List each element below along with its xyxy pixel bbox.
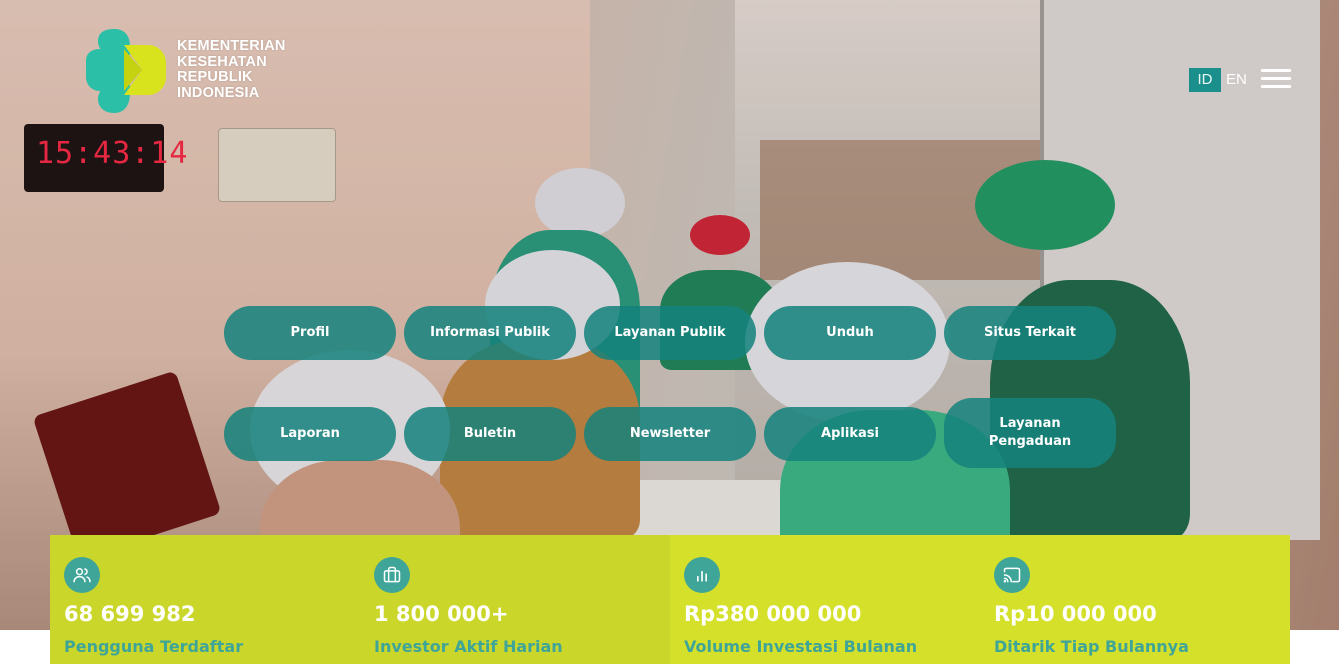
nav-button-informasi-publik[interactable]: Informasi Publik xyxy=(404,306,576,360)
nav-button-aplikasi[interactable]: Aplikasi xyxy=(764,407,936,461)
stat-value: Rp380 000 000 xyxy=(684,602,862,626)
ministry-logo[interactable]: KEMENTERIAN KESEHATAN REPUBLIK INDONESIA xyxy=(84,25,286,115)
stat-monthly-withdrawn: Rp10 000 000 Ditarik Tiap Bulannya xyxy=(980,535,1290,664)
stat-daily-investors: 1 800 000+ Investor Aktif Harian xyxy=(360,535,670,664)
logo-line: KESEHATAN xyxy=(177,53,267,70)
language-id-button[interactable]: ID xyxy=(1189,68,1221,92)
menu-line xyxy=(1261,69,1291,72)
nav-button-buletin[interactable]: Buletin xyxy=(404,407,576,461)
stat-value: Rp10 000 000 xyxy=(994,602,1157,626)
main-nav-grid: Profil Informasi Publik Layanan Publik U… xyxy=(224,306,1117,470)
logo-wordmark: KEMENTERIAN KESEHATAN REPUBLIK INDONESIA xyxy=(177,38,286,101)
nav-button-situs-terkait[interactable]: Situs Terkait xyxy=(944,306,1116,360)
top-bar: KEMENTERIAN KESEHATAN REPUBLIK INDONESIA… xyxy=(0,0,1339,120)
stat-label: Pengguna Terdaftar xyxy=(64,637,244,656)
hamburger-icon[interactable] xyxy=(1261,69,1291,89)
nav-button-laporan[interactable]: Laporan xyxy=(224,407,396,461)
nav-button-layanan-publik[interactable]: Layanan Publik xyxy=(584,306,756,360)
stat-label: Ditarik Tiap Bulannya xyxy=(994,637,1189,656)
stat-value: 68 699 982 xyxy=(64,602,196,626)
nav-button-profil[interactable]: Profil xyxy=(224,306,396,360)
stat-label: Investor Aktif Harian xyxy=(374,637,563,656)
cast-icon xyxy=(994,557,1030,593)
bar-chart-icon xyxy=(684,557,720,593)
menu-line xyxy=(1261,77,1291,80)
stat-monthly-volume: Rp380 000 000 Volume Investasi Bulanan xyxy=(670,535,980,664)
stat-value: 1 800 000+ xyxy=(374,602,509,626)
nav-button-unduh[interactable]: Unduh xyxy=(764,306,936,360)
users-icon xyxy=(64,557,100,593)
nav-button-newsletter[interactable]: Newsletter xyxy=(584,407,756,461)
stat-registered-users: 68 699 982 Pengguna Terdaftar xyxy=(50,535,360,664)
logo-emblem-icon xyxy=(86,29,166,113)
nav-button-layanan-pengaduan[interactable]: Layanan Pengaduan xyxy=(944,398,1116,468)
menu-line xyxy=(1261,85,1291,88)
logo-line: KEMENTERIAN xyxy=(177,38,286,54)
logo-line: REPUBLIK xyxy=(177,69,253,85)
stats-group-left: 68 699 982 Pengguna Terdaftar 1 800 000+… xyxy=(50,535,670,664)
stat-label: Volume Investasi Bulanan xyxy=(684,637,918,656)
briefcase-icon xyxy=(374,557,410,593)
stats-strip: 68 699 982 Pengguna Terdaftar 1 800 000+… xyxy=(50,535,1290,664)
language-en-button[interactable]: EN xyxy=(1226,68,1252,92)
stats-group-right: Rp380 000 000 Volume Investasi Bulanan R… xyxy=(670,535,1290,664)
logo-line: INDONESIA xyxy=(177,84,260,101)
